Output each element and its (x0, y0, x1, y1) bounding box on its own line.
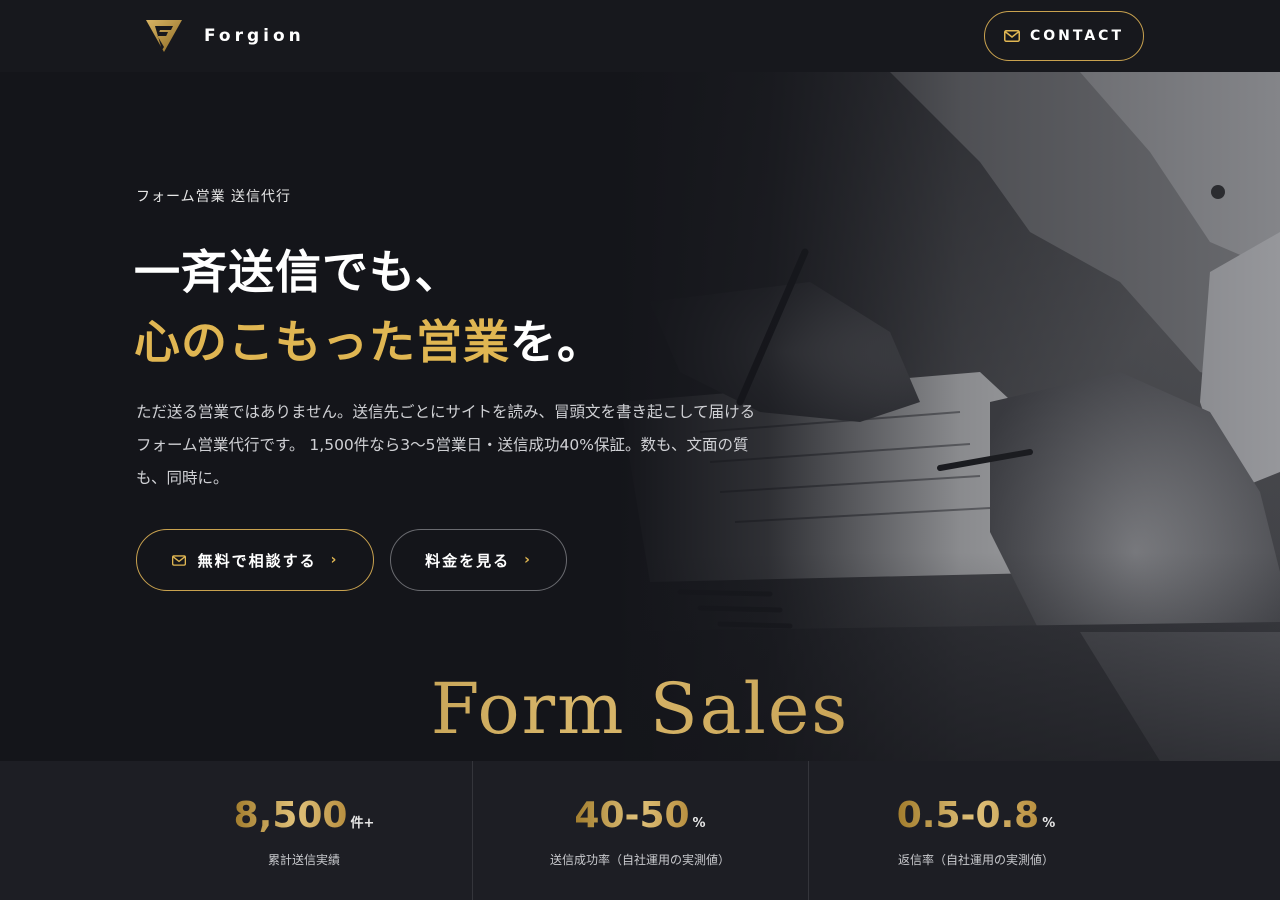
chevron-right-icon: › (524, 552, 532, 568)
stat-number: 0.5-0.8 (896, 795, 1040, 836)
hero-headline-line2: 心のこもった営業を。 (134, 306, 604, 372)
stat-value: 0.5-0.8% (808, 795, 1144, 836)
chevron-right-icon: › (330, 552, 339, 568)
site-header: Forgion CONTACT (0, 0, 1280, 72)
brand-name: Forgion (204, 26, 305, 46)
stat-unit: 件+ (350, 816, 375, 831)
contact-button-label: CONTACT (1029, 28, 1124, 44)
stat-number: 8,500 (233, 795, 348, 836)
contact-button[interactable]: CONTACT (984, 11, 1144, 61)
stat-value: 40-50% (472, 795, 808, 836)
stat-label: 累計送信実績 (267, 853, 340, 867)
stat-label: 送信成功率（自社運用の実測値） (549, 853, 730, 867)
stat-unit: % (692, 816, 706, 831)
stat-number: 40-50 (574, 795, 690, 836)
hero-lead-text: ただ送る営業ではありません。送信先ごとにサイトを読み、冒頭文を書き起こして届ける… (136, 403, 756, 487)
hero-section: フォーム営業 送信代行 一斉送信でも、 心のこもった営業を。 ただ送る営業ではあ… (0, 72, 1280, 761)
free-consultation-label: 無料で相談する (197, 551, 317, 570)
hero-headline-line1: 一斉送信でも、 (134, 245, 462, 299)
stat-unit: % (1042, 816, 1056, 831)
view-pricing-label: 料金を見る (425, 551, 511, 570)
form-sales-watermark: Form Sales (0, 668, 1280, 750)
mail-icon (171, 554, 186, 566)
brand-logo[interactable]: Forgion (146, 18, 305, 54)
stat-value: 8,500 件+ (136, 795, 472, 836)
stat-total-sent: 8,500 件+ 累計送信実績 (136, 761, 472, 900)
stat-reply-rate: 0.5-0.8% 返信率（自社運用の実測値） (808, 761, 1144, 900)
headline-highlight: 心のこもった営業 (134, 315, 510, 369)
free-consultation-button[interactable]: 無料で相談する › (136, 529, 374, 591)
view-pricing-button[interactable]: 料金を見る › (390, 529, 567, 591)
mail-icon (1003, 30, 1020, 42)
stats-bar: 8,500 件+ 累計送信実績 40-50% 送信成功率（自社運用の実測値） 0.… (0, 761, 1280, 900)
forgion-logo-icon (146, 20, 182, 52)
stat-label: 返信率（自社運用の実測値） (897, 853, 1054, 867)
headline-suffix: を。 (510, 315, 604, 369)
hero-eyebrow: フォーム営業 送信代行 (136, 189, 292, 205)
stat-success-rate: 40-50% 送信成功率（自社運用の実測値） (472, 761, 808, 900)
